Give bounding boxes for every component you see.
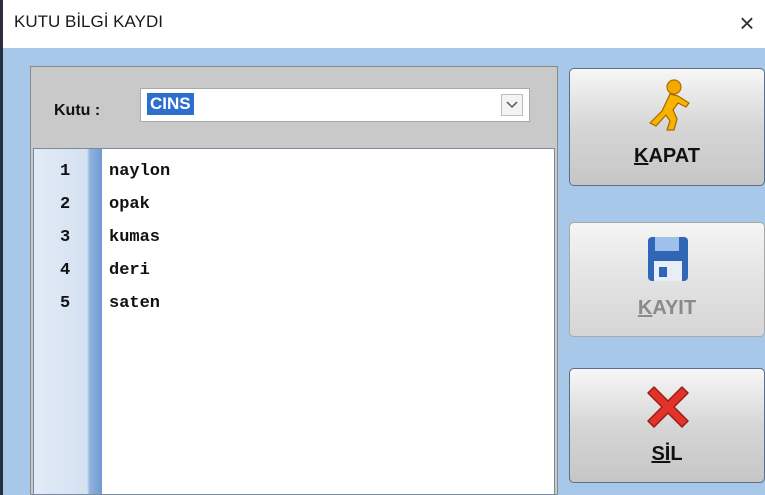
line-text: saten [109,294,161,313]
kayit-label: KAYIT [637,297,697,319]
chevron-down-icon[interactable] [501,94,523,116]
red-x-icon [640,379,696,435]
window-title: KUTU BİLGİ KAYDI [14,12,163,31]
line-number: 2 [60,195,71,214]
line-number: 3 [60,228,71,247]
close-button[interactable]: × [732,8,762,38]
kutu-selected-value: CINS [147,93,194,115]
line-text: kumas [109,228,161,247]
kapat-button[interactable]: KAPAT [569,68,765,186]
editor-line: 2 opak [34,189,554,221]
line-number: 4 [60,261,71,280]
floppy-disk-icon [640,231,696,287]
kutu-label: Kutu : [54,102,101,119]
line-number: 5 [60,294,71,313]
line-text: naylon [109,162,171,181]
editor-line: 5 saten [34,288,554,320]
line-text: deri [109,261,150,280]
running-man-icon [640,77,696,133]
title-bar: KUTU BİLGİ KAYDI [3,0,765,48]
items-editor[interactable]: 1 naylon 2 opak 3 kumas 4 deri 5 saten [33,148,555,495]
editor-line: 3 kumas [34,222,554,254]
line-text: opak [109,195,150,214]
kutu-select[interactable]: CINS [140,88,530,122]
editor-line: 4 deri [34,255,554,287]
kapat-label: KAPAT [634,145,700,167]
sil-button[interactable]: SİL [569,368,765,483]
line-number: 1 [60,162,71,181]
editor-line: 1 naylon [34,156,554,188]
sil-label: SİL [651,443,683,465]
kayit-button[interactable]: KAYIT [569,222,765,337]
